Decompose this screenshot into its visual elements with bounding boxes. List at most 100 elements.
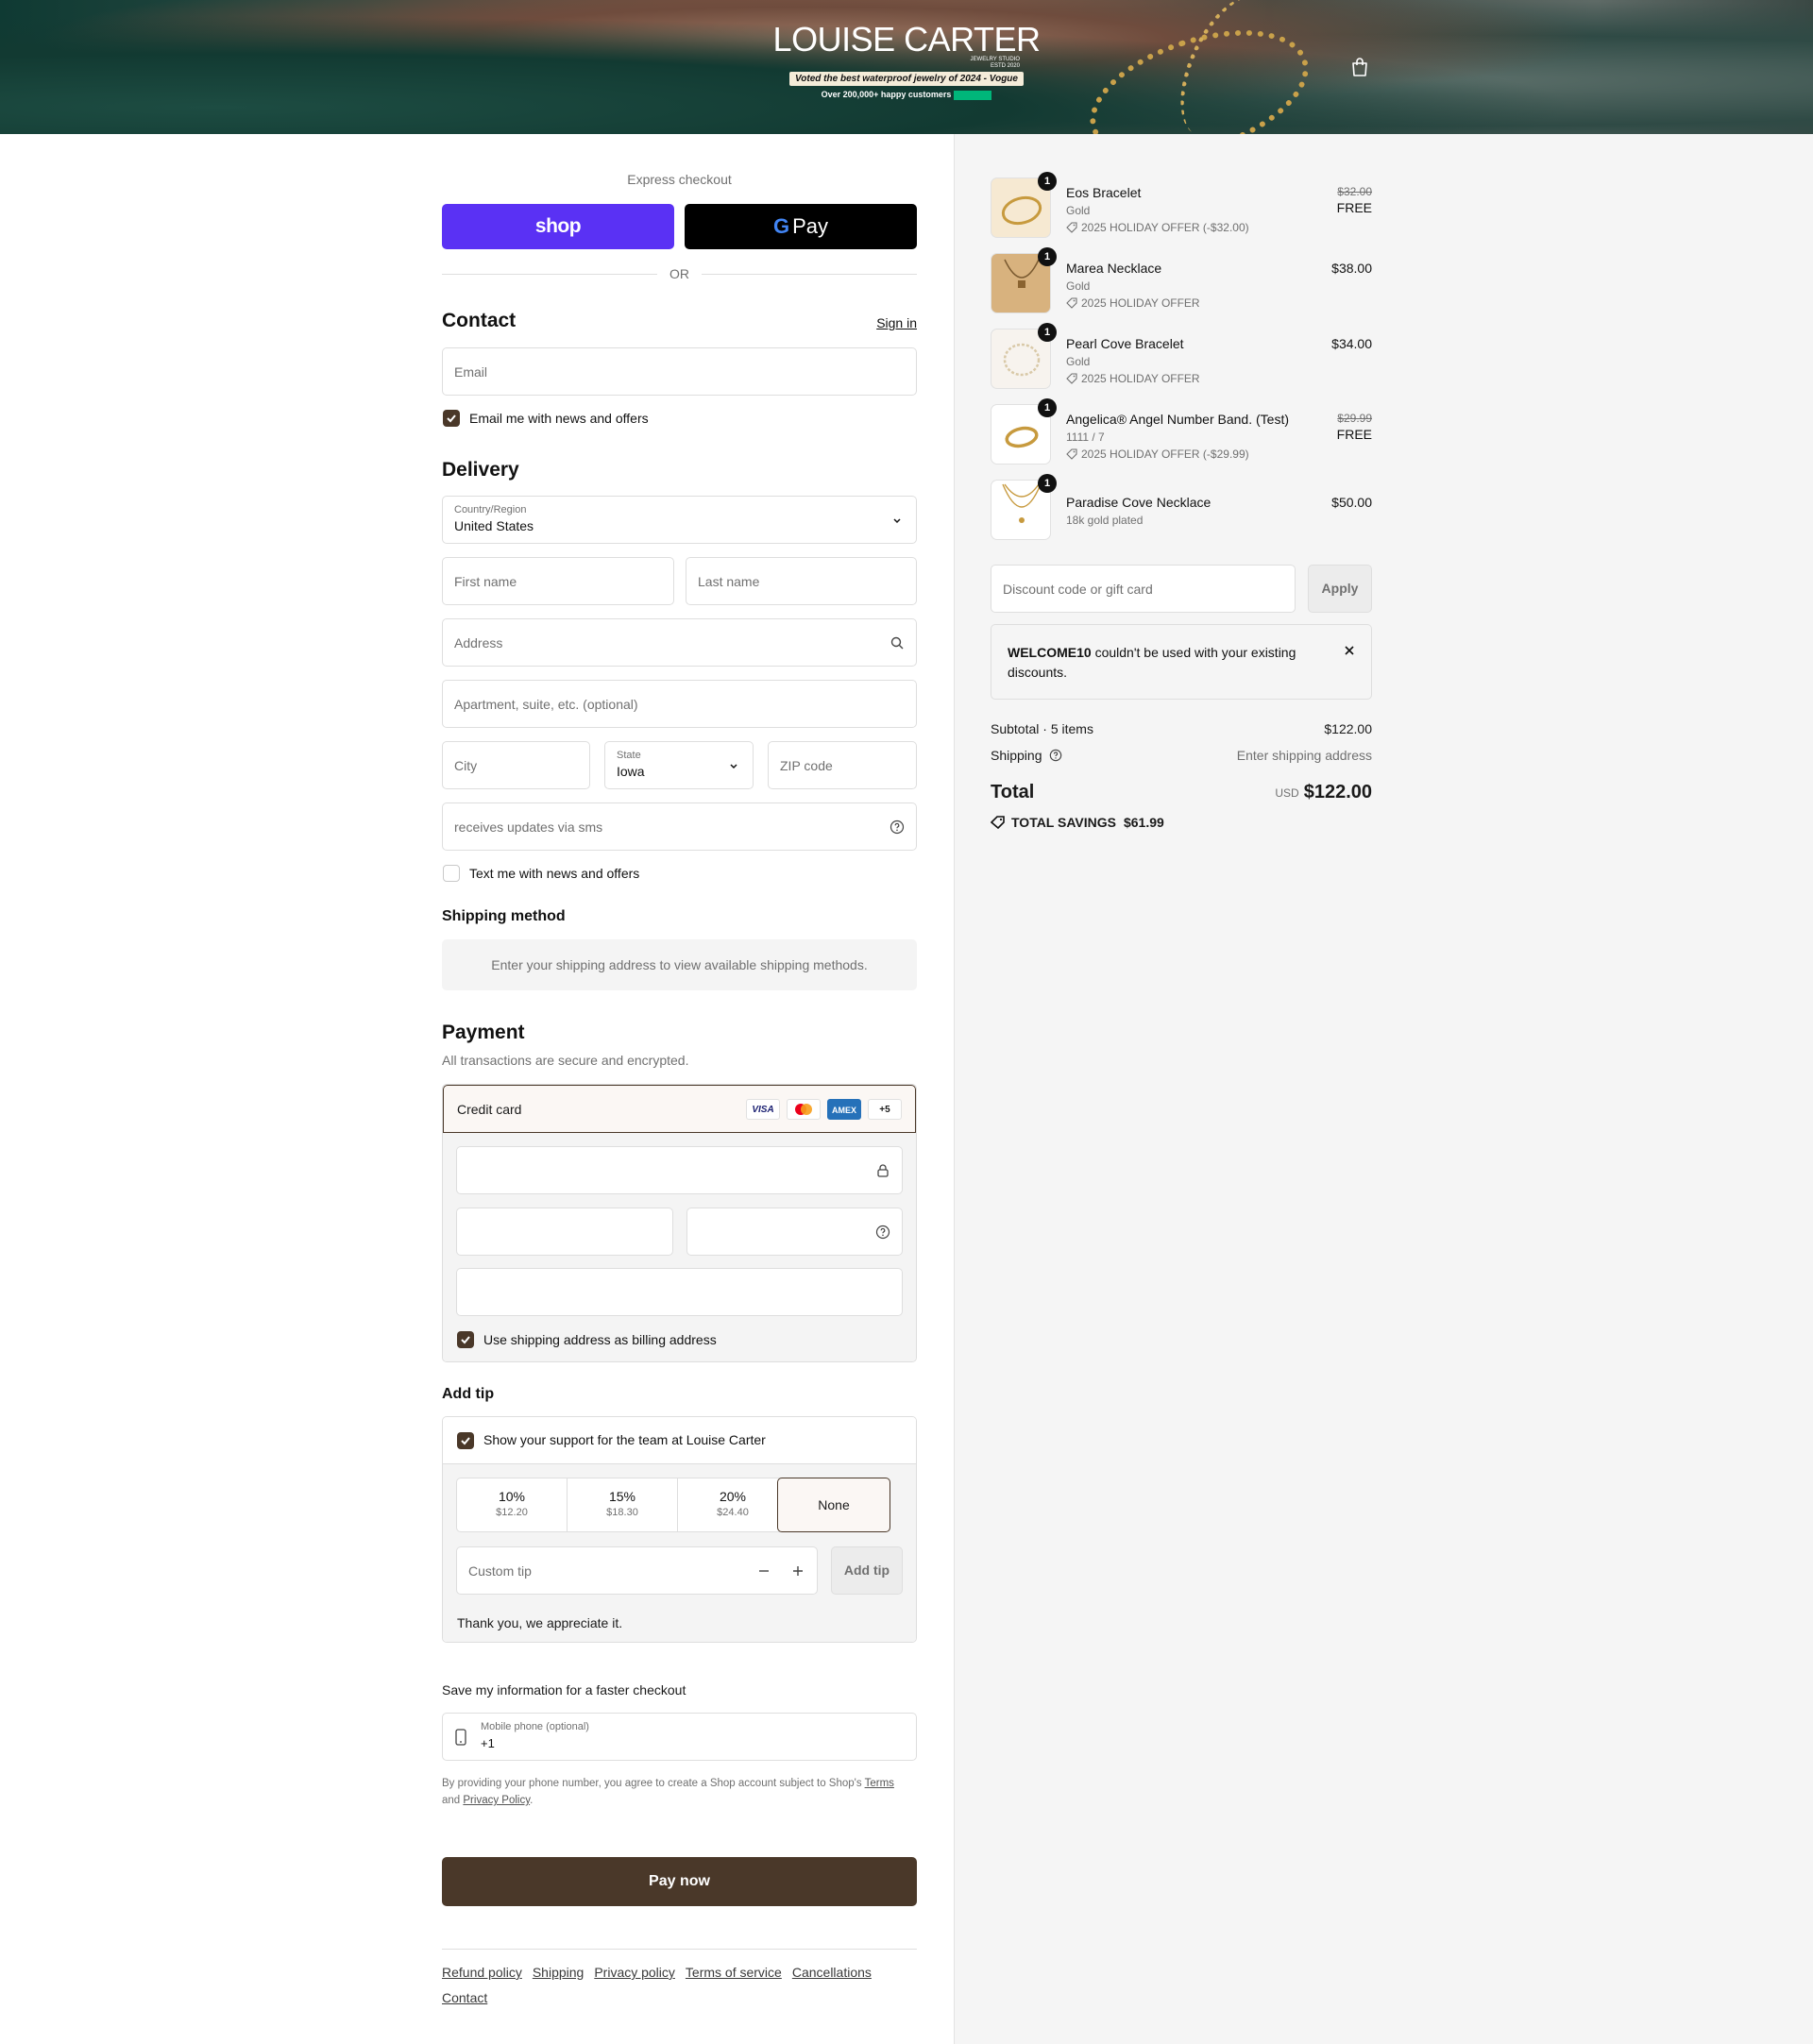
search-icon [890, 636, 904, 650]
custom-tip-field[interactable]: Custom tip [456, 1546, 818, 1595]
country-label: Country/Region [454, 504, 527, 515]
card-expiry-field[interactable] [456, 1208, 673, 1256]
footer-link-refund[interactable]: Refund policy [442, 1965, 522, 1980]
divider [702, 274, 917, 275]
card-name-field[interactable] [456, 1268, 903, 1316]
checkmark-icon [447, 414, 456, 423]
pay-now-button[interactable]: Pay now [442, 1857, 917, 1906]
payment-heading: Payment [442, 1022, 525, 1043]
tip-option-pct: 20% [719, 1489, 747, 1504]
tip-box: Show your support for the team at Louise… [442, 1416, 917, 1643]
item-price: FREE [1336, 200, 1372, 215]
tip-option-20[interactable]: 20% $24.40 [677, 1478, 788, 1532]
item-price: $50.00 [1331, 495, 1372, 510]
quantity-badge: 1 [1038, 474, 1057, 493]
card-details-area: Use shipping address as billing address [443, 1133, 916, 1361]
text-news-checkbox[interactable] [443, 865, 460, 882]
terms-link[interactable]: Terms [865, 1778, 894, 1789]
first-name-placeholder: First name [454, 574, 517, 589]
tip-option-amount: $12.20 [496, 1507, 528, 1518]
footer-link-shipping[interactable]: Shipping [533, 1965, 585, 1980]
brand-sub-line-1: JEWELRY STUDIO [970, 57, 1020, 62]
legal-text-part: By providing your phone number, you agre… [442, 1778, 865, 1789]
credit-card-option[interactable]: Credit card VISA AMEX +5 [443, 1085, 916, 1133]
close-icon[interactable] [1343, 644, 1356, 657]
total-label: Total [991, 782, 1035, 802]
first-name-field[interactable]: First name [442, 557, 674, 605]
item-price: $38.00 [1331, 261, 1372, 276]
delivery-heading: Delivery [442, 459, 519, 481]
help-circle-icon[interactable] [890, 819, 905, 835]
quantity-badge: 1 [1038, 172, 1057, 191]
contact-heading: Contact [442, 310, 517, 331]
minus-icon[interactable] [756, 1563, 771, 1579]
tip-option-amount: $18.30 [606, 1507, 638, 1518]
last-name-field[interactable]: Last name [686, 557, 917, 605]
footer-link-contact[interactable]: Contact [442, 1990, 487, 2005]
card-cvv-field[interactable] [686, 1208, 903, 1256]
google-pay-button[interactable]: G Pay [685, 204, 917, 249]
help-circle-icon[interactable] [875, 1225, 890, 1240]
help-circle-icon[interactable] [1049, 749, 1062, 762]
tip-option-10[interactable]: 10% $12.20 [456, 1478, 568, 1532]
chevron-down-icon [893, 518, 901, 524]
shopping-bag-icon[interactable] [1350, 57, 1369, 77]
zip-placeholder: ZIP code [780, 758, 833, 773]
shipping-method-heading: Shipping method [442, 908, 566, 924]
discount-placeholder: Discount code or gift card [1003, 582, 1153, 597]
billing-same-checkbox[interactable] [457, 1331, 474, 1348]
billing-same-label: Use shipping address as billing address [483, 1332, 717, 1347]
shipping-method-message: Enter your shipping address to view avai… [442, 939, 917, 990]
item-variant: Gold [1066, 279, 1091, 293]
email-field[interactable]: Email [442, 347, 917, 396]
savings-label: TOTAL SAVINGS [1011, 815, 1116, 830]
footer-link-cancellations[interactable]: Cancellations [792, 1965, 872, 1980]
item-name: Paradise Cove Necklace [1066, 495, 1211, 510]
last-name-placeholder: Last name [698, 574, 760, 589]
tip-support-row: Show your support for the team at Louise… [443, 1417, 916, 1464]
header-banner: LOUISE CARTER JEWELRY STUDIO ESTD 2020 V… [0, 0, 1813, 134]
plus-icon[interactable] [790, 1563, 805, 1579]
shipping-label: Shipping [991, 748, 1042, 763]
tip-options-area: 10% $12.20 15% $18.30 20% $24.40 None Cu… [443, 1464, 916, 1642]
trustpilot-icon [954, 90, 992, 100]
add-tip-button[interactable]: Add tip [831, 1546, 903, 1595]
text-news-label: Text me with news and offers [469, 866, 640, 881]
shop-legal-text: By providing your phone number, you agre… [442, 1775, 917, 1809]
divider [442, 1949, 917, 1950]
tag-icon [1066, 297, 1077, 309]
shop-pay-button[interactable]: shop [442, 204, 674, 249]
footer-link-privacy[interactable]: Privacy policy [594, 1965, 675, 1980]
privacy-policy-link[interactable]: Privacy Policy [463, 1795, 530, 1806]
tip-option-15[interactable]: 15% $18.30 [567, 1478, 678, 1532]
brand-logo[interactable]: LOUISE CARTER JEWELRY STUDIO ESTD 2020 V… [718, 21, 1095, 100]
item-name: Eos Bracelet [1066, 185, 1142, 200]
tip-option-none[interactable]: None [777, 1478, 890, 1532]
amex-icon: AMEX [827, 1099, 861, 1120]
zip-field[interactable]: ZIP code [768, 741, 917, 789]
address-field[interactable]: Address [442, 618, 917, 667]
apartment-field[interactable]: Apartment, suite, etc. (optional) [442, 680, 917, 728]
offer-text: 2025 HOLIDAY OFFER [1081, 296, 1200, 310]
notice-text: WELCOME10 couldn't be used with your exi… [1008, 643, 1319, 683]
discount-code-field[interactable]: Discount code or gift card [991, 565, 1296, 613]
country-select[interactable]: Country/Region United States [442, 496, 917, 544]
total-savings: TOTAL SAVINGS $61.99 [990, 815, 1164, 830]
state-select[interactable]: State Iowa [604, 741, 754, 789]
sms-phone-field[interactable]: receives updates via sms [442, 802, 917, 851]
city-field[interactable]: City [442, 741, 590, 789]
email-news-checkbox[interactable] [443, 410, 460, 427]
card-number-field[interactable] [456, 1146, 903, 1194]
vogue-badge: Voted the best waterproof jewelry of 202… [789, 72, 1024, 86]
tip-support-checkbox[interactable] [457, 1432, 474, 1449]
apply-discount-button[interactable]: Apply [1308, 565, 1372, 613]
address-placeholder: Address [454, 635, 503, 650]
shop-phone-field[interactable]: Mobile phone (optional) +1 [442, 1713, 917, 1761]
sign-in-link[interactable]: Sign in [876, 315, 917, 330]
order-summary-panel: 1 Eos Bracelet Gold 2025 HOLIDAY OFFER (… [954, 134, 1813, 2044]
item-name: Marea Necklace [1066, 261, 1162, 276]
save-info-heading: Save my information for a faster checkou… [442, 1682, 686, 1698]
footer-link-terms[interactable]: Terms of service [686, 1965, 782, 1980]
tip-option-amount: $24.40 [717, 1507, 749, 1518]
add-tip-heading: Add tip [442, 1386, 495, 1402]
